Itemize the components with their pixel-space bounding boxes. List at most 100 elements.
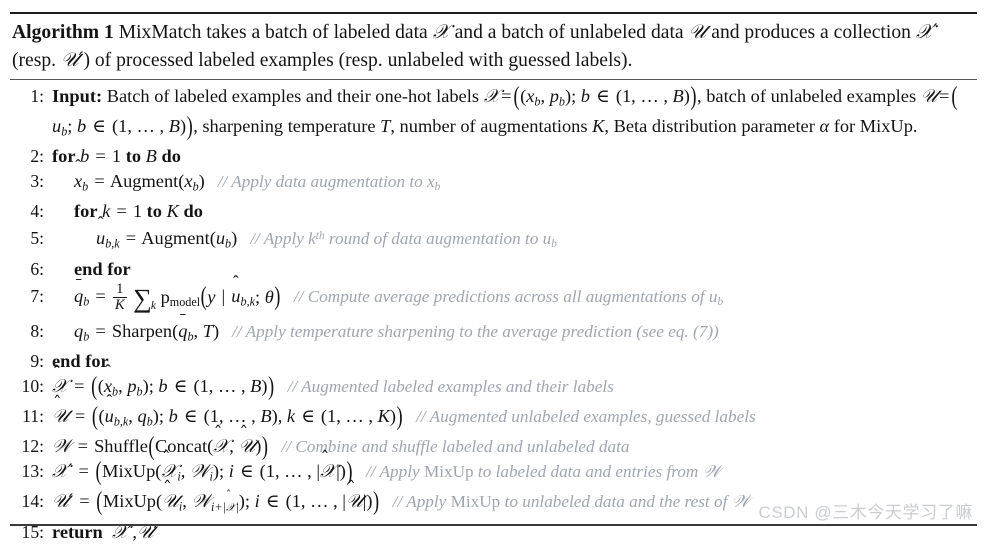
algorithm-line-11: 11: 𝒰̂ = ((ûb,k, qb); b ∈ (1, … , B), k… (10, 393, 977, 434)
line-2-content: for b = 1 to B do (52, 145, 181, 166)
line-number-11: 11: (22, 405, 44, 426)
fn-mixup-14: MixUp (102, 491, 156, 512)
sym-u-prime-14: 𝒰′ (52, 491, 74, 513)
fn-pmodel-subscript: model (169, 294, 201, 309)
comment-13-sym-w: 𝒲 (702, 462, 721, 483)
line-number-13: 13: (21, 461, 44, 482)
algorithm-lines: 1: Input: Batch of labeled examples and … (10, 80, 977, 546)
fraction-one-over-k: 1K (112, 280, 127, 313)
keyword-for-4: for (74, 201, 98, 222)
keyword-do-2: do (161, 145, 181, 166)
algorithm-block: Algorithm 1 MixMatch takes a batch of la… (10, 12, 977, 543)
line-1-text-g: Beta distribution parameter (613, 115, 815, 136)
line-number-7: 7: (30, 286, 44, 307)
line-4-content: for k = 1 to K do (74, 201, 203, 222)
sym-u: 𝒰 (920, 86, 938, 107)
keyword-to-4: to (146, 201, 162, 222)
line-1-content: Input: Batch of labeled examples and the… (52, 81, 958, 141)
line-6-content: end for (52, 257, 977, 282)
sym-alpha: α (819, 115, 830, 136)
comment-7-text: // Compute average predictions across al… (293, 287, 718, 307)
csdn-watermark: CSDN @三木今天学习了嘛 (758, 503, 973, 522)
fn-mixup-13: MixUp (102, 461, 156, 482)
algorithm-line-10: 10: 𝒳̂ = ((x̂b, pb); b ∈ (1, … , B))// A… (10, 363, 977, 404)
comment-7-sub: b (717, 296, 724, 309)
line-8-content: qb = Sharpen(q̄b, T)// Apply temperature… (74, 320, 719, 344)
algorithm-line-13: 13: 𝒳′ = (MixUp(𝒳̂ i, 𝒲i); i ∈ (1, … , |𝒳… (10, 449, 977, 489)
fn-augment-3: Augment (109, 170, 179, 191)
algorithm-line-7: 7: q̄b = 1K ∑k pmodel(y | ûb,k; θ)// Co… (10, 280, 977, 319)
fn-augment-5: Augment (141, 228, 210, 249)
sym-x: 𝒳 (483, 86, 500, 107)
comment-13-text-a: // Apply (366, 462, 424, 482)
comment-5: // Apply kth round of data augmentation … (237, 229, 557, 251)
keyword-to-2: to (125, 145, 142, 166)
line-11-content: 𝒰̂ = ((ûb,k, qb); b ∈ (1, … , B), k ∈ (… (52, 393, 756, 430)
sym-x-hat-10: 𝒳̂ (52, 363, 69, 397)
sym-u-hat-11: 𝒰̂ (52, 393, 69, 427)
comment-3-text: // Apply data augmentation to x (217, 171, 435, 191)
caption-symbol-x: 𝒳 (432, 20, 450, 43)
line-number-12: 12: (21, 435, 44, 456)
comment-13-text-b: to labeled data and entries from (473, 462, 703, 482)
line-13-content: 𝒳′ = (MixUp(𝒳̂ i, 𝒲i); i ∈ (1, … , |𝒳̂ |))… (52, 449, 721, 486)
comment-10: // Augmented labeled examples and their … (287, 376, 614, 396)
line-3-content: x̂b = Augment(xb)// Apply data augmentat… (74, 170, 441, 193)
fn-concat: Concat (155, 435, 208, 456)
keyword-end-for-6: end for (74, 258, 131, 279)
line-9-content: end for (52, 349, 977, 374)
comment-14-mixup: MixUp (450, 492, 501, 512)
comment-5-sub: b (551, 238, 557, 251)
keyword-for-2: for (52, 145, 76, 166)
line-1-text-h: for MixUp. (833, 115, 918, 136)
sym-K: K (592, 115, 605, 136)
line-1-text-c: unlabeled examples (770, 86, 917, 106)
line-number-10: 10: (21, 375, 44, 396)
algorithm-caption: Algorithm 1 MixMatch takes a batch of la… (10, 14, 977, 78)
line-number-8: 8: (30, 320, 44, 341)
keyword-do-4: do (183, 201, 203, 222)
line-number-2: 2: (30, 145, 44, 166)
comment-3-sub: b (434, 180, 441, 193)
algorithm-line-4: 4: for k = 1 to K do (10, 199, 977, 224)
comment-14-text-b: to unlabeled data and the rest of (500, 492, 732, 512)
caption-text-5: ) of processed labeled examples (resp. u… (83, 49, 633, 71)
caption-text-2: and a batch of unlabeled data (449, 22, 689, 43)
algorithm-line-3: 3: x̂b = Augment(xb)// Apply data augmen… (10, 169, 977, 200)
comment-14: // Apply MixUp to unlabeled data and the… (380, 492, 750, 512)
comment-14-text-a: // Apply (392, 492, 451, 512)
caption-symbol-u: 𝒰 (688, 20, 707, 43)
caption-symbol-u-prime: 𝒰′ (60, 47, 84, 71)
sym-w-12: 𝒲 (52, 435, 72, 457)
line-number-5: 5: (30, 228, 44, 249)
line-number-4: 4: (30, 201, 44, 222)
line-1-text-d: , sharpening temperature (193, 115, 376, 136)
comment-5-text-a: // Apply k (250, 229, 316, 249)
algorithm-line-6: 6: end for (10, 257, 977, 282)
caption-text-3: and produces a collection (706, 22, 916, 43)
summation-icon: ∑ (133, 283, 152, 313)
line-12-content: 𝒲 = Shuffle(Concat(𝒳̂, 𝒰̂))// Combine an… (52, 423, 630, 460)
fn-shuffle: Shuffle (94, 435, 148, 456)
line-number-6: 6: (30, 258, 44, 279)
algorithm-line-2: 2: for b = 1 to B do (10, 144, 977, 169)
line-number-3: 3: (30, 170, 44, 191)
line-1-text-a: Batch of labeled examples and their one-… (106, 86, 479, 106)
algorithm-label: Algorithm 1 (12, 22, 114, 43)
comment-13: // Apply MixUp to labeled data and entri… (353, 462, 721, 483)
line-7-content: q̄b = 1K ∑k pmodel(y | ûb,k; θ)// Compu… (74, 280, 724, 313)
comment-3: // Apply data augmentation to xb (205, 171, 441, 193)
bottom-rule (10, 524, 977, 526)
keyword-input: Input: (52, 86, 103, 106)
line-number-14: 14: (21, 491, 44, 512)
line-1-text-f: , (604, 115, 610, 136)
line-1-text-b: , batch of (697, 86, 766, 106)
comment-13-mixup: MixUp (423, 462, 474, 482)
comment-7: // Compute average predictions across al… (281, 287, 724, 309)
algorithm-line-8: 8: qb = Sharpen(q̄b, T)// Apply temperat… (10, 319, 977, 349)
algorithm-line-5: 5: ûb,k = Augment(ub)// Apply kth round… (10, 224, 977, 257)
line-number-1: 1: (30, 86, 44, 106)
caption-symbol-x-prime: 𝒳′ (915, 20, 938, 43)
fn-pmodel: p (160, 286, 170, 307)
sym-x-prime-13: 𝒳′ (52, 461, 73, 483)
